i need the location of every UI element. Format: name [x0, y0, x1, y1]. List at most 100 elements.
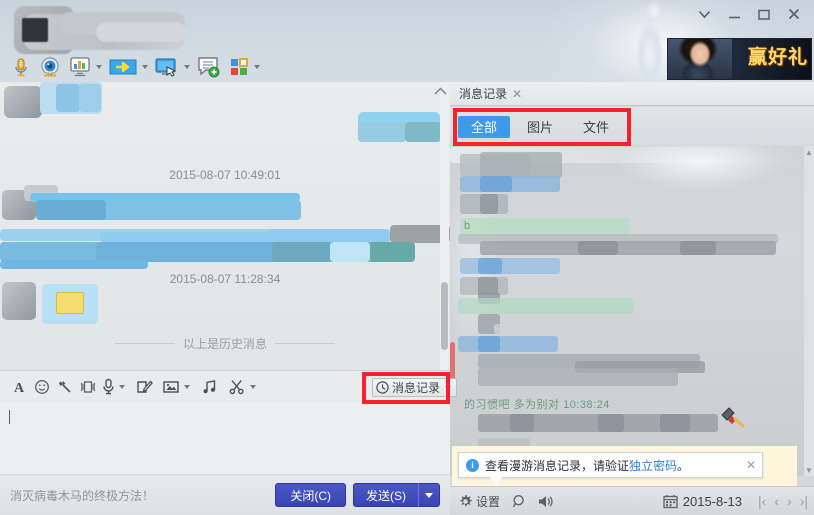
message-bubble-blurred [36, 200, 106, 220]
shake-window-button[interactable] [77, 375, 99, 399]
log-entry-blurred [510, 414, 534, 432]
remote-desktop-button[interactable] [152, 54, 192, 80]
video-call-icon [41, 57, 59, 77]
nav-prev-button[interactable]: ‹ [774, 493, 779, 509]
nav-first-button[interactable]: |‹ [758, 493, 766, 509]
chat-scrollbar-thumb[interactable] [441, 282, 448, 350]
send-image-button[interactable] [160, 375, 192, 399]
log-text-fragment: 的习惯吧 多为别对 10:38:24 [464, 399, 610, 411]
message-bubble-blurred [358, 122, 406, 142]
screenshot-button[interactable] [133, 375, 155, 399]
log-entry-blurred [458, 298, 634, 314]
divider-line-left [114, 343, 175, 344]
magic-emoji-button[interactable] [54, 375, 76, 399]
message-log-button[interactable]: 消息记录 [372, 378, 458, 397]
apps-grid-caret-icon[interactable] [254, 65, 260, 69]
app-panel-caret-icon[interactable] [96, 65, 102, 69]
log-entry-blurred [478, 258, 502, 274]
music-share-button[interactable] [199, 375, 221, 399]
ad-banner-text: 赢好礼 [747, 46, 808, 68]
independent-password-link[interactable]: 独立密码 [629, 459, 677, 473]
log-entry-blurred [460, 258, 560, 274]
close-chat-button[interactable]: 关闭(C) [275, 483, 346, 507]
voice-call-button[interactable] [8, 54, 34, 80]
qq-chat-window: 赢好礼 2015-08-07 10:49:01 2015-08-07 11:28… [0, 0, 814, 515]
filter-tab-files[interactable]: 文件 [570, 116, 622, 138]
log-entry-blurred [480, 241, 776, 255]
chat-message-pane[interactable]: 2015-08-07 10:49:01 2015-08-07 11:28:34 … [0, 82, 450, 370]
footer-promo-text: 消灭病毒木马的终极方法！ [10, 488, 155, 503]
minimize-button[interactable] [720, 4, 748, 24]
message-bubble-blurred [0, 260, 148, 269]
filter-tab-images[interactable]: 图片 [514, 116, 566, 138]
message-log-caret-icon[interactable] [445, 385, 452, 390]
chat-pane-scrollbar[interactable] [440, 82, 449, 370]
chat-action-toolbar [0, 52, 450, 82]
toolbar-collapse-button[interactable] [434, 86, 447, 98]
log-entry-blurred [660, 414, 690, 432]
file-transfer-caret-icon[interactable] [142, 65, 148, 69]
video-call-button[interactable] [36, 54, 64, 80]
voice-message-caret-icon[interactable] [119, 384, 125, 389]
log-entry-blurred [578, 241, 618, 255]
message-input-area[interactable] [0, 402, 450, 474]
filter-tab-all[interactable]: 全部 [458, 115, 510, 138]
gear-icon [460, 494, 472, 506]
speaker-icon [539, 495, 553, 507]
promo-ad-banner[interactable]: 赢好礼 [667, 38, 812, 80]
emoji-button[interactable] [31, 375, 53, 399]
calendar-icon [663, 495, 678, 509]
send-button[interactable]: 发送(S) [353, 483, 418, 507]
log-search-button[interactable] [512, 494, 527, 509]
sticker-image [56, 292, 84, 314]
file-transfer-button[interactable] [106, 54, 150, 80]
voice-call-icon [15, 58, 27, 77]
app-panel-button[interactable] [66, 54, 104, 80]
apps-grid-button[interactable] [226, 54, 262, 80]
log-text-fragment: b [464, 220, 471, 232]
scroll-up-arrow-icon[interactable]: ▲ [804, 146, 814, 158]
message-bubble-blurred [272, 242, 330, 262]
message-avatar-blurred [4, 86, 42, 118]
remote-desktop-icon [155, 58, 177, 77]
contact-extra-blurred [96, 22, 186, 42]
voice-message-button[interactable] [100, 375, 127, 399]
log-settings-label: 设置 [476, 494, 501, 509]
log-entry-blurred [478, 368, 678, 386]
message-bubble-blurred [370, 242, 415, 262]
tooltip-close-icon[interactable]: ✕ [746, 458, 756, 472]
message-bubble-blurred [270, 229, 390, 243]
divider-line-right [275, 343, 335, 344]
info-icon: i [466, 458, 479, 472]
log-sticker-icon [718, 404, 745, 428]
cut-history-caret-icon[interactable] [250, 384, 256, 389]
font-style-button[interactable]: A [8, 375, 30, 399]
message-log-scrollbar[interactable]: ▲ ▼ [804, 146, 814, 476]
skin-dropdown-button[interactable] [690, 4, 718, 24]
message-log-tab[interactable]: 消息记录 ✕ [459, 85, 522, 102]
create-discussion-button[interactable] [194, 54, 224, 80]
message-bubble-blurred [330, 242, 370, 262]
scroll-down-arrow-icon[interactable]: ▼ [804, 464, 814, 476]
cut-history-button[interactable] [227, 375, 258, 399]
send-options-button[interactable] [418, 483, 440, 507]
log-settings-button[interactable]: 设置 [458, 493, 500, 510]
nav-last-button[interactable]: ›| [800, 493, 808, 509]
nav-next-button[interactable]: › [787, 493, 792, 509]
log-entry-blurred [480, 152, 562, 178]
microphone-icon [103, 378, 114, 395]
message-log-button-label: 消息记录 [392, 381, 441, 395]
log-date-picker[interactable]: 2015-8-13 [663, 494, 742, 509]
send-image-caret-icon[interactable] [184, 384, 190, 389]
log-sound-button[interactable] [537, 494, 554, 509]
app-panel-icon [70, 57, 90, 77]
close-button[interactable] [780, 4, 808, 24]
remote-desktop-caret-icon[interactable] [184, 65, 190, 69]
history-divider-label: 以上是历史消息 [182, 337, 267, 351]
maximize-button[interactable] [750, 4, 778, 24]
log-entry-blurred [480, 176, 512, 192]
search-icon [512, 494, 524, 507]
close-icon[interactable]: ✕ [512, 88, 522, 100]
message-log-content[interactable]: b 的习惯吧 多为别对 10:38:24 [450, 146, 814, 476]
emoji-icon [35, 379, 49, 394]
